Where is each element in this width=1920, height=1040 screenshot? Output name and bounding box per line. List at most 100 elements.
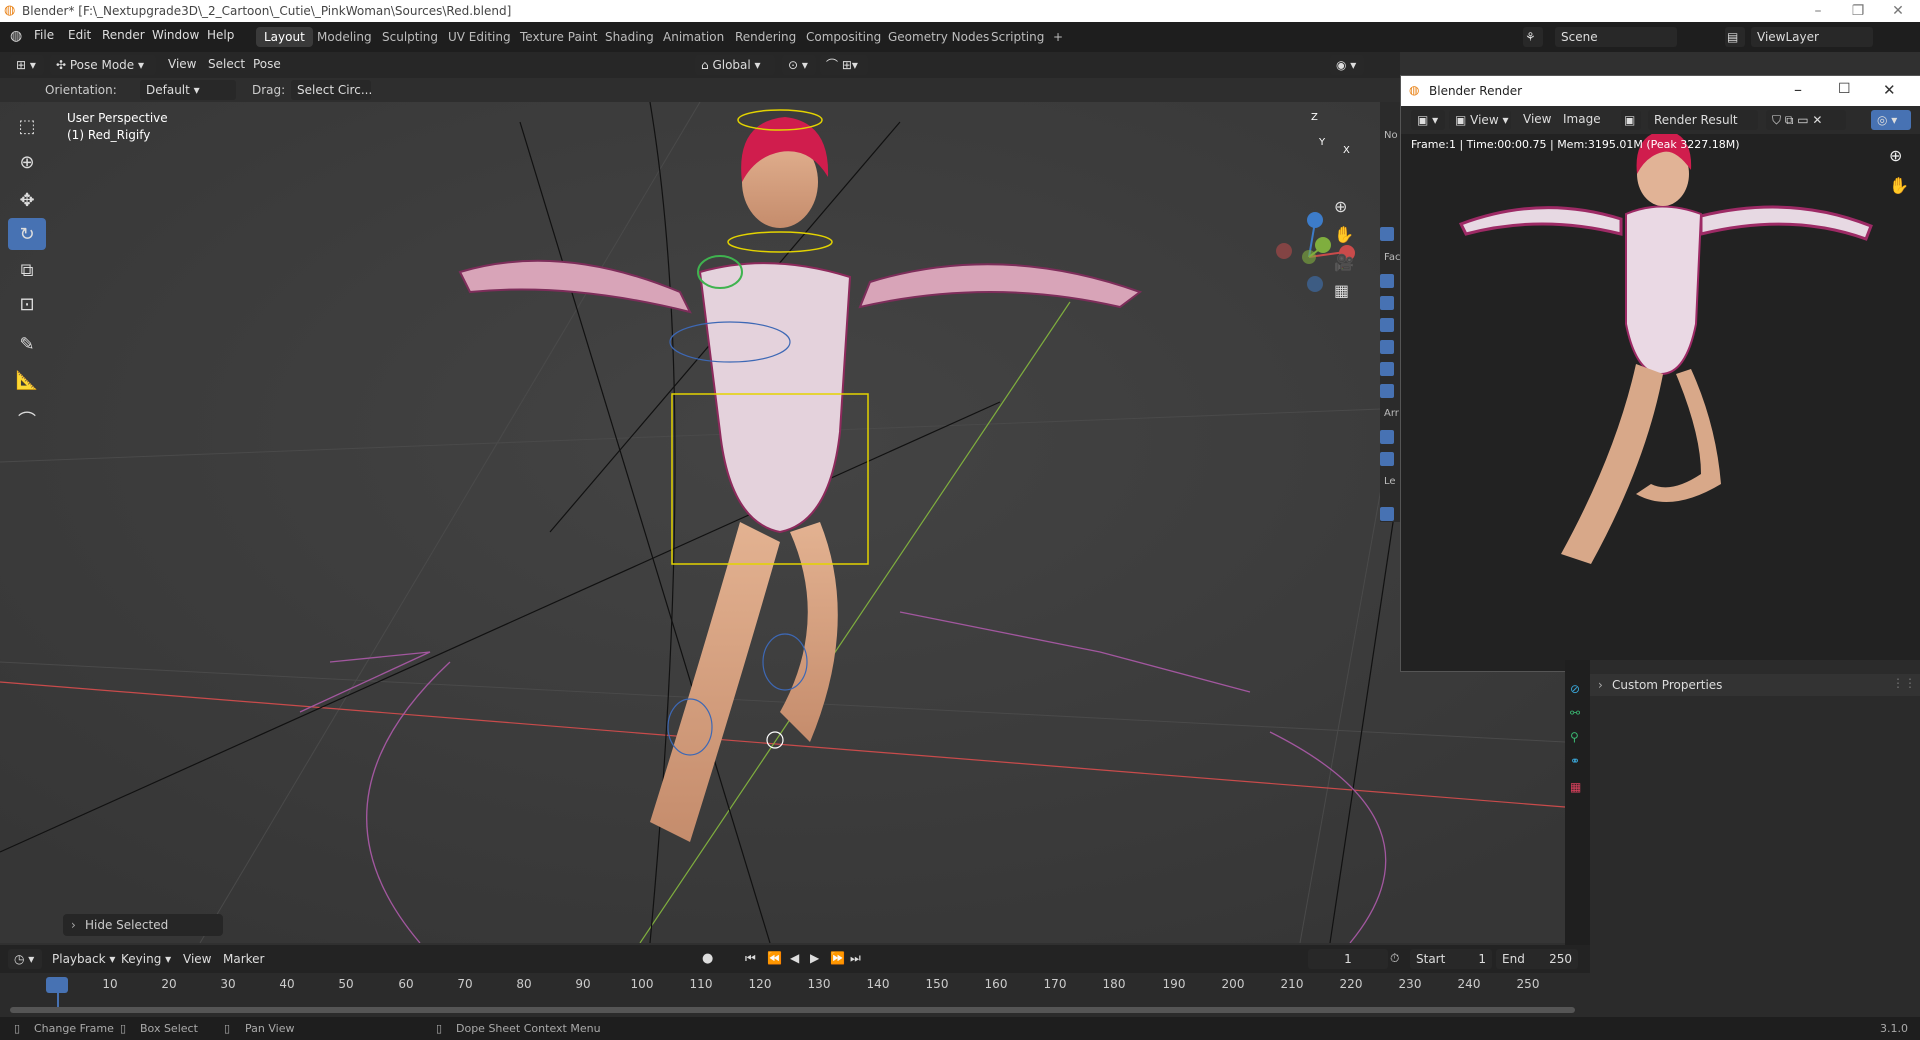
3d-viewport[interactable]: User Perspective (1) Red_Rigify Z Y X ⊕ … (0, 102, 1565, 943)
render-close-button[interactable]: ✕ (1883, 81, 1896, 99)
editor-type-button[interactable]: ▣ ▾ (1411, 110, 1445, 130)
editor-type-button[interactable]: ◷ ▾ (8, 949, 42, 969)
cursor-tool-icon[interactable]: ⊕ (8, 146, 46, 178)
jump-start-icon[interactable]: ⏮ (745, 951, 756, 966)
snap-button[interactable]: ⌒ ⊞▾ (820, 55, 868, 75)
render-pan-icon[interactable]: ✋ (1889, 176, 1909, 195)
camera-view-icon[interactable]: 🎥 (1334, 253, 1354, 272)
editor-type-button[interactable]: ⊞ ▾ (10, 55, 44, 75)
sidebar-blue-button[interactable] (1380, 384, 1394, 398)
minimize-button[interactable]: – (1798, 1, 1838, 21)
annotate-tool-icon[interactable]: ✎ (8, 328, 46, 360)
scale-tool-icon[interactable]: ⧉ (8, 254, 46, 286)
zoom-icon[interactable]: ⊕ (1334, 197, 1347, 216)
tab-layout[interactable]: Layout (256, 27, 313, 47)
tab-modeling[interactable]: Modeling (309, 27, 380, 47)
current-frame-field[interactable]: 1 (1308, 949, 1388, 969)
tab-animation[interactable]: Animation (655, 27, 732, 47)
drag-handle-icon[interactable]: ⋮⋮ (1892, 676, 1916, 690)
operator-panel[interactable]: › Hide Selected (63, 914, 223, 936)
render-zoom-icon[interactable]: ⊕ (1889, 146, 1902, 165)
menu-file[interactable]: File (34, 28, 54, 42)
close-button[interactable]: ✕ (1878, 1, 1918, 21)
texture-icon[interactable]: ▦ (1570, 780, 1581, 794)
bone-constraint-icon[interactable]: ⚭ (1570, 754, 1580, 768)
tab-sculpting[interactable]: Sculpting (374, 27, 446, 47)
jump-end-icon[interactable]: ⏭ (850, 951, 861, 966)
view-mode-dropdown[interactable]: ▣ View ▾ (1449, 110, 1511, 130)
menu-marker[interactable]: Marker (223, 952, 264, 966)
bone-data-icon[interactable]: ⚲ (1570, 730, 1579, 744)
render-menu-view[interactable]: View (1523, 112, 1551, 126)
render-slot-field[interactable]: Render Result (1648, 110, 1758, 130)
play-icon[interactable]: ▶ (810, 951, 819, 965)
menu-help[interactable]: Help (207, 28, 234, 42)
timeline-scrollbar[interactable] (10, 1007, 1575, 1013)
tab-scripting[interactable]: Scripting (983, 27, 1052, 47)
tab-compositing[interactable]: Compositing (798, 27, 889, 47)
view-layer-icon[interactable]: ▤ (1725, 27, 1745, 47)
tab-geometry-nodes[interactable]: Geometry Nodes (880, 27, 997, 47)
timeline-ruler[interactable]: 1102030405060708090100110120130140150160… (0, 973, 1590, 1017)
mode-selector[interactable]: ✣ Pose Mode ▾ (50, 55, 156, 75)
render-minimize-button[interactable]: – (1794, 80, 1802, 99)
prev-keyframe-icon[interactable]: ⏪ (767, 951, 782, 965)
bone-icon[interactable]: ⚯ (1570, 706, 1580, 720)
tab-uv-editing[interactable]: UV Editing (440, 27, 519, 47)
transform-tool-icon[interactable]: ⊡ (8, 288, 46, 320)
blender-menu-icon[interactable]: ◍ (10, 28, 22, 44)
constraint-icon[interactable]: ⊘ (1570, 682, 1580, 696)
sidebar-blue-button[interactable] (1380, 430, 1394, 444)
pan-hand-icon[interactable]: ✋ (1334, 225, 1354, 244)
menu-select[interactable]: Select (208, 57, 245, 71)
menu-pose[interactable]: Pose (253, 57, 281, 71)
sidebar-blue-button[interactable] (1380, 362, 1394, 376)
render-maximize-button[interactable]: ☐ (1838, 81, 1851, 97)
view-layer-selector[interactable]: ViewLayer (1751, 27, 1873, 47)
scene-icon[interactable]: ⚘ (1523, 27, 1543, 47)
overlay-button[interactable]: ◎ ▾ (1871, 110, 1911, 130)
gizmo-y-icon[interactable] (1315, 237, 1331, 253)
tab-shading[interactable]: Shading (597, 27, 662, 47)
orientation-dropdown[interactable]: Default ▾ (140, 80, 236, 100)
pivot-point-button[interactable]: ⊙ ▾ (782, 55, 816, 75)
drag-dropdown[interactable]: Select Circ... (291, 80, 372, 100)
tab-rendering[interactable]: Rendering (727, 27, 804, 47)
menu-playback[interactable]: Playback ▾ (52, 952, 115, 966)
sidebar-blue-button[interactable] (1380, 318, 1394, 332)
menu-window[interactable]: Window (152, 28, 199, 42)
playhead-marker[interactable] (46, 977, 68, 993)
move-tool-icon[interactable]: ✥ (8, 184, 46, 216)
render-result-image[interactable]: Frame:1 | Time:00:00.75 | Mem:3195.01M (… (1401, 134, 1920, 671)
gizmo-z-icon[interactable] (1307, 212, 1323, 228)
image-browse-icon[interactable]: ▣ (1621, 110, 1641, 130)
custom-properties-panel[interactable]: › Custom Properties ⋮⋮ (1590, 674, 1920, 696)
ortho-grid-icon[interactable]: ▦ (1334, 281, 1349, 300)
next-keyframe-icon[interactable]: ⏩ (830, 951, 845, 965)
add-workspace-button[interactable]: + (1045, 27, 1071, 47)
menu-view[interactable]: View (168, 57, 196, 71)
select-tool-icon[interactable]: ⬚ (8, 110, 46, 142)
sidebar-blue-button[interactable] (1380, 227, 1394, 241)
sidebar-blue-button[interactable] (1380, 507, 1394, 521)
menu-edit[interactable]: Edit (68, 28, 91, 42)
transform-orientation-selector[interactable]: ⌂ Global ▾ (695, 55, 775, 75)
scene-selector[interactable]: Scene (1555, 27, 1677, 47)
image-actions[interactable]: ⛉ ⧉ ▭ ✕ (1766, 110, 1846, 130)
rotate-tool-icon[interactable]: ↻ (8, 218, 46, 250)
restore-button[interactable]: ❐ (1838, 1, 1878, 21)
sidebar-blue-button[interactable] (1380, 296, 1394, 310)
measure-tool-icon[interactable]: 📐 (8, 364, 46, 396)
start-frame-field[interactable]: Start 1 (1410, 949, 1492, 969)
bone-roll-tool-icon[interactable]: ⌒ (8, 404, 46, 436)
play-reverse-icon[interactable]: ◀ (790, 951, 799, 965)
tab-texture-paint[interactable]: Texture Paint (512, 27, 605, 47)
visibility-button[interactable]: ◉ ▾ (1330, 55, 1364, 75)
render-menu-image[interactable]: Image (1563, 112, 1601, 126)
menu-render[interactable]: Render (102, 28, 145, 42)
sidebar-blue-button[interactable] (1380, 452, 1394, 466)
stopwatch-icon[interactable]: ⏱ (1390, 951, 1399, 966)
menu-view[interactable]: View (183, 952, 211, 966)
end-frame-field[interactable]: End 250 (1496, 949, 1578, 969)
sidebar-blue-button[interactable] (1380, 274, 1394, 288)
